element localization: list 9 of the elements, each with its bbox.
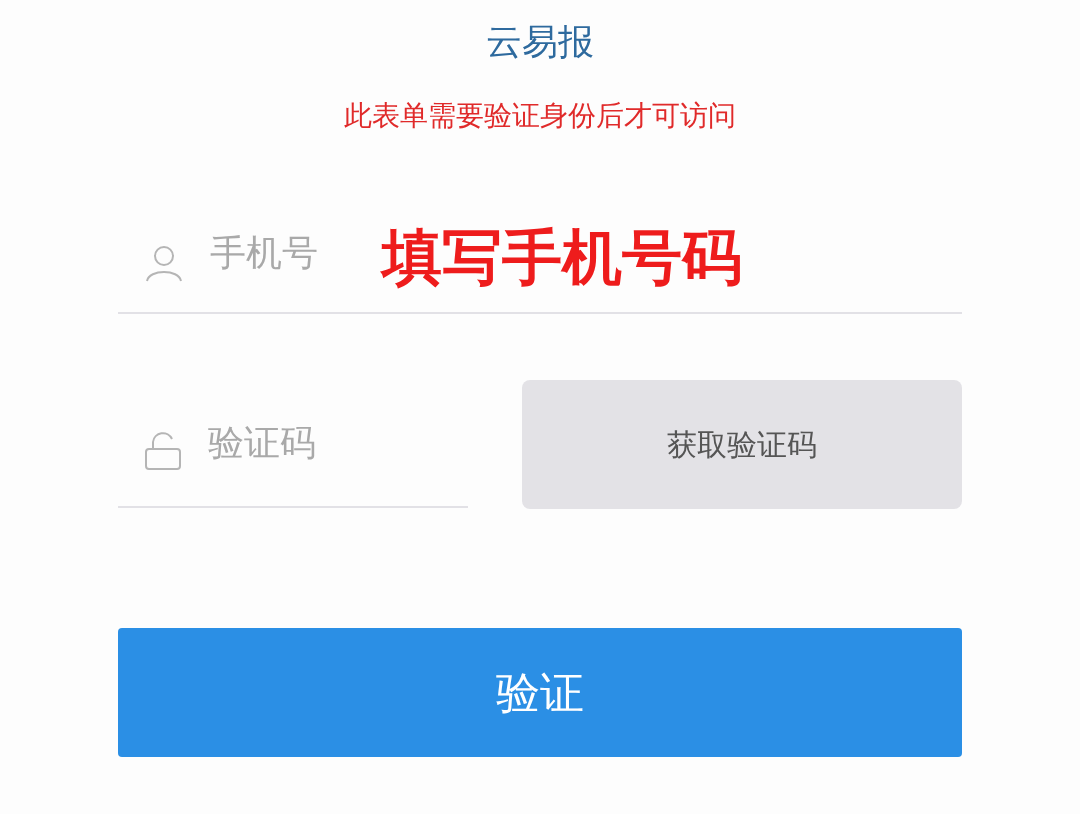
- code-field[interactable]: 验证码: [208, 416, 408, 470]
- phone-field[interactable]: 手机号: [210, 226, 370, 280]
- user-icon: [144, 243, 184, 283]
- get-code-button[interactable]: 获取验证码: [522, 380, 962, 509]
- verify-button[interactable]: 验证: [118, 628, 962, 757]
- annotation-text: 填写手机号码: [382, 223, 742, 293]
- notice-text: 此表单需要验证身份后才可访问: [344, 99, 736, 133]
- form-title: 云易报: [486, 20, 594, 64]
- lock-icon: [144, 431, 182, 471]
